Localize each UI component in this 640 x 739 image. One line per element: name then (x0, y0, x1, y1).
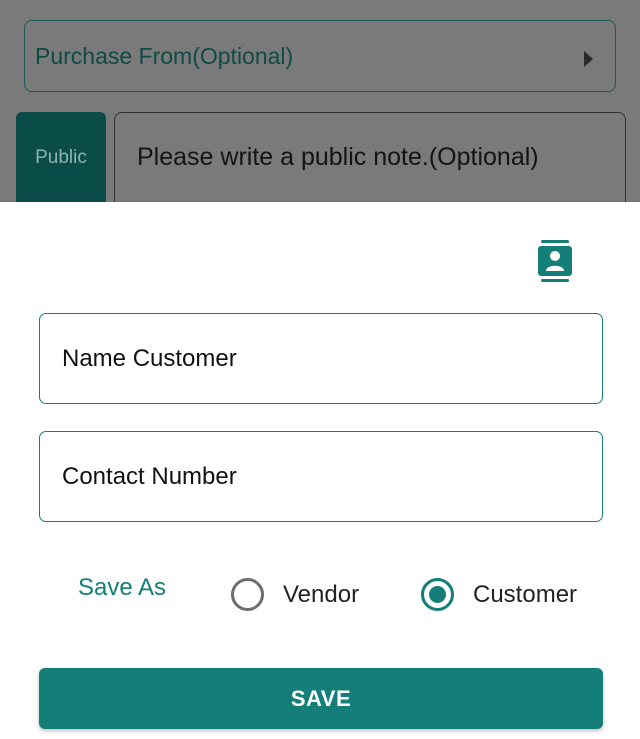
vendor-radio-label: Vendor (283, 580, 360, 608)
contacts-book-icon[interactable] (538, 240, 572, 282)
radio-option-customer[interactable]: Customer (421, 578, 577, 611)
add-contact-sheet: Name Customer Contact Number Save As Ven… (0, 202, 640, 739)
name-customer-input[interactable]: Name Customer (39, 313, 603, 404)
background-form-dimmed: Purchase From(Optional) Public Please wr… (0, 0, 640, 208)
arrow-right-icon (584, 51, 593, 67)
contact-number-input[interactable]: Contact Number (39, 431, 603, 522)
contact-number-placeholder: Contact Number (62, 462, 237, 490)
customer-radio-label: Customer (473, 580, 578, 608)
radio-option-vendor[interactable]: Vendor (231, 578, 359, 611)
purchase-from-label: Purchase From(Optional) (35, 42, 294, 69)
public-note-field: Please write a public note.(Optional) (114, 112, 626, 208)
public-note-placeholder: Please write a public note.(Optional) (137, 143, 539, 171)
public-tab-label: Public (35, 147, 87, 168)
save-button[interactable]: SAVE (39, 668, 603, 729)
name-customer-placeholder: Name Customer (62, 344, 237, 372)
vendor-radio-button[interactable] (231, 578, 264, 611)
save-button-label: SAVE (290, 685, 352, 711)
save-as-label: Save As (78, 574, 167, 601)
public-tab: Public (16, 112, 106, 204)
purchase-from-field: Purchase From(Optional) (24, 20, 616, 92)
customer-radio-button[interactable] (421, 578, 454, 611)
